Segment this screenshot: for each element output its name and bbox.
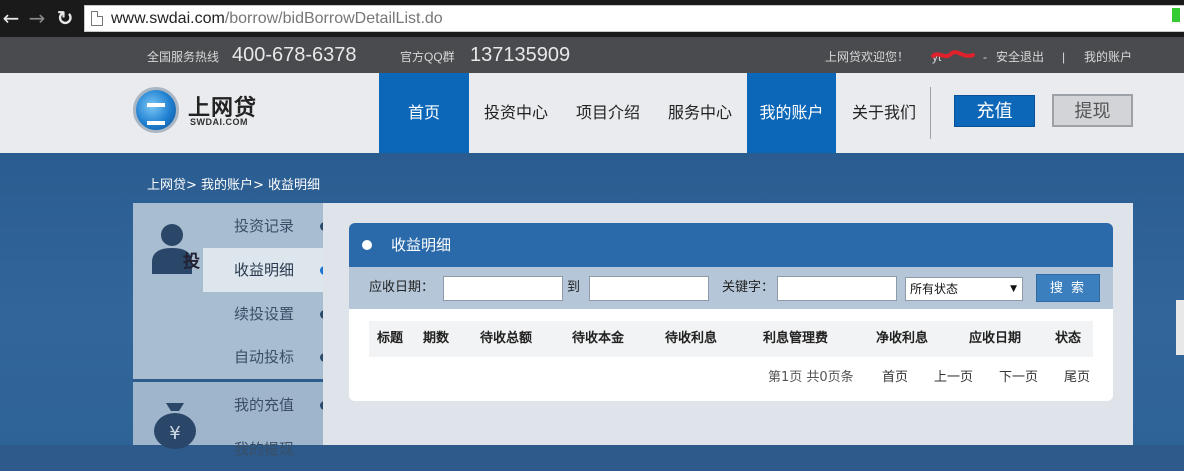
nav-service-center[interactable]: 服务中心	[654, 73, 746, 153]
column-header: 净收利息	[876, 331, 929, 346]
withdraw-button[interactable]: 提现	[1052, 94, 1133, 127]
sidebar: 投 投资记录 收益明细 续投设置 自动投标 ¥ 我的充值 我的提现	[133, 203, 329, 458]
bullet-icon	[362, 240, 372, 250]
logo-icon	[133, 87, 179, 133]
top-info-bar: 全国服务热线 400-678-6378 官方QQ群 137135909 上网贷欢…	[0, 37, 1184, 73]
column-header: 状态	[1055, 331, 1082, 346]
column-header: 标题	[377, 331, 404, 346]
svg-text:¥: ¥	[169, 423, 180, 444]
first-page-link[interactable]: 首页	[882, 369, 908, 387]
search-button[interactable]: 搜 索	[1036, 274, 1100, 302]
nav-project-intro[interactable]: 项目介绍	[562, 73, 654, 153]
breadcrumb: 上网贷> 我的账户> 收益明细	[147, 178, 321, 193]
nav-about-us[interactable]: 关于我们	[838, 73, 930, 153]
sidebar-item-my-withdraw[interactable]: 我的提现	[203, 427, 323, 471]
panel-title: 收益明细	[391, 236, 452, 254]
browser-menu-icon[interactable]	[1172, 8, 1180, 22]
sidebar-section-label: 投	[183, 252, 200, 272]
address-bar[interactable]: www.swdai.com/borrow/bidBorrowDetailList…	[84, 5, 1184, 32]
column-header: 期数	[423, 331, 450, 346]
my-account-link[interactable]: 我的账户	[1084, 50, 1132, 64]
column-header: 待收总额	[480, 331, 533, 346]
sidebar-item-my-recharge[interactable]: 我的充值	[203, 383, 329, 427]
hotline-label: 全国服务热线	[147, 50, 220, 64]
logo[interactable]: 上网贷 SWDAI.COM	[133, 87, 263, 137]
sidebar-item-reinvest-settings[interactable]: 续投设置	[203, 292, 329, 336]
redaction-scribble	[931, 50, 975, 59]
last-page-link[interactable]: 尾页	[1064, 369, 1090, 387]
logout-link[interactable]: 安全退出	[996, 50, 1044, 64]
scrollbar[interactable]	[1176, 300, 1184, 355]
hotline-number: 400-678-6378	[232, 44, 357, 66]
filter-bar: 应收日期： 到 关键字： 所有状态 ▼ 搜 索	[349, 267, 1113, 309]
nav-invest-center[interactable]: 投资中心	[470, 73, 562, 153]
date-label: 应收日期：	[369, 280, 435, 295]
main-nav: 上网贷 SWDAI.COM 首页 投资中心 项目介绍 服务中心 我的账户 关于我…	[0, 73, 1184, 153]
nav-divider	[930, 87, 931, 139]
page-info: 第1页 共0页条	[768, 370, 854, 385]
url-text: www.swdai.com/borrow/bidBorrowDetailList…	[111, 10, 443, 27]
chevron-down-icon: ▼	[1010, 284, 1017, 294]
start-date-input[interactable]	[443, 276, 563, 301]
sidebar-item-invest-records[interactable]: 投资记录	[203, 204, 329, 248]
qq-number: 137135909	[470, 44, 571, 66]
next-page-link[interactable]: 下一页	[999, 369, 1038, 387]
income-details-panel: 收益明细 应收日期： 到 关键字： 所有状态 ▼ 搜 索 标题 期数 待收总额 …	[349, 223, 1113, 401]
recharge-button[interactable]: 充值	[954, 95, 1035, 127]
keyword-label: 关键字：	[722, 280, 775, 295]
topbar-separator: |	[1062, 50, 1066, 64]
reload-icon[interactable]: ↻	[54, 4, 76, 32]
pagination: 第1页 共0页条 首页 上一页 下一页 尾页	[349, 369, 1113, 389]
sidebar-item-auto-bid[interactable]: 自动投标	[203, 335, 329, 379]
table-header: 标题 期数 待收总额 待收本金 待收利息 利息管理费 净收利息 应收日期 状态	[369, 321, 1093, 357]
nav-home[interactable]: 首页	[379, 73, 469, 153]
qq-label: 官方QQ群	[400, 50, 455, 64]
nav-my-account[interactable]: 我的账户	[747, 73, 836, 153]
browser-toolbar: ← → ↻ www.swdai.com/borrow/bidBorrowDeta…	[0, 0, 1184, 37]
column-header: 利息管理费	[763, 331, 829, 346]
end-date-input[interactable]	[589, 276, 709, 301]
panel-header: 收益明细	[349, 223, 1113, 267]
money-bag-icon: ¥	[154, 403, 196, 449]
sidebar-item-income-details[interactable]: 收益明细	[203, 248, 329, 292]
forward-icon[interactable]: →	[26, 4, 48, 32]
column-header: 应收日期	[969, 331, 1022, 346]
status-select[interactable]: 所有状态 ▼	[905, 277, 1023, 301]
back-icon[interactable]: ←	[0, 4, 22, 32]
column-header: 待收利息	[665, 331, 718, 346]
to-label: 到	[567, 280, 581, 295]
sidebar-divider	[133, 379, 323, 382]
keyword-input[interactable]	[777, 276, 897, 301]
column-header: 待收本金	[572, 331, 625, 346]
welcome-text: 上网贷欢迎您！	[825, 50, 910, 64]
dash: -	[983, 50, 987, 64]
page-icon	[91, 11, 103, 26]
prev-page-link[interactable]: 上一页	[934, 369, 973, 387]
